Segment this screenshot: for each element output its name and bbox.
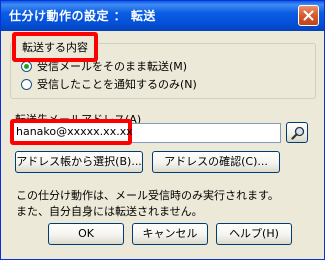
radio-button-checked[interactable] bbox=[21, 60, 32, 72]
radio-label-notify-only: 受信したことを通知するのみ(N) bbox=[37, 78, 197, 91]
address-value: hanako@xxxxx.xx.xx bbox=[16, 125, 133, 138]
help-button[interactable]: ヘルプ(H) bbox=[216, 223, 292, 245]
confirm-address-button[interactable]: アドレスの確認(C)... bbox=[152, 151, 280, 173]
forward-content-legend: 転送する内容 bbox=[12, 32, 98, 62]
window-title: 仕分け動作の設定 ： 転送 bbox=[9, 9, 156, 23]
cancel-button[interactable]: キャンセル bbox=[132, 223, 208, 245]
close-button[interactable] bbox=[298, 5, 319, 26]
ok-button[interactable]: OK bbox=[48, 223, 124, 245]
note-line-1: この仕分け動作は、メール受信時のみ実行されます。 bbox=[16, 189, 279, 202]
dialog-window: 仕分け動作の設定 ： 転送 転送する内容 受信メールをそのまま転送(M) 受信し… bbox=[0, 0, 325, 260]
address-search-button[interactable] bbox=[286, 122, 308, 143]
radio-notify-only[interactable]: 受信したことを通知するのみ(N) bbox=[21, 76, 197, 92]
group-legend-label: 転送する内容 bbox=[22, 41, 88, 54]
radio-button-unchecked[interactable] bbox=[21, 78, 32, 90]
magnifier-icon bbox=[291, 126, 305, 140]
address-book-button[interactable]: アドレス帳から選択(B)... bbox=[15, 151, 143, 173]
note-line-2: また、自分自身には転送されません。 bbox=[16, 205, 203, 218]
title-bar: 仕分け動作の設定 ： 転送 bbox=[1, 1, 324, 31]
close-icon bbox=[303, 10, 314, 21]
